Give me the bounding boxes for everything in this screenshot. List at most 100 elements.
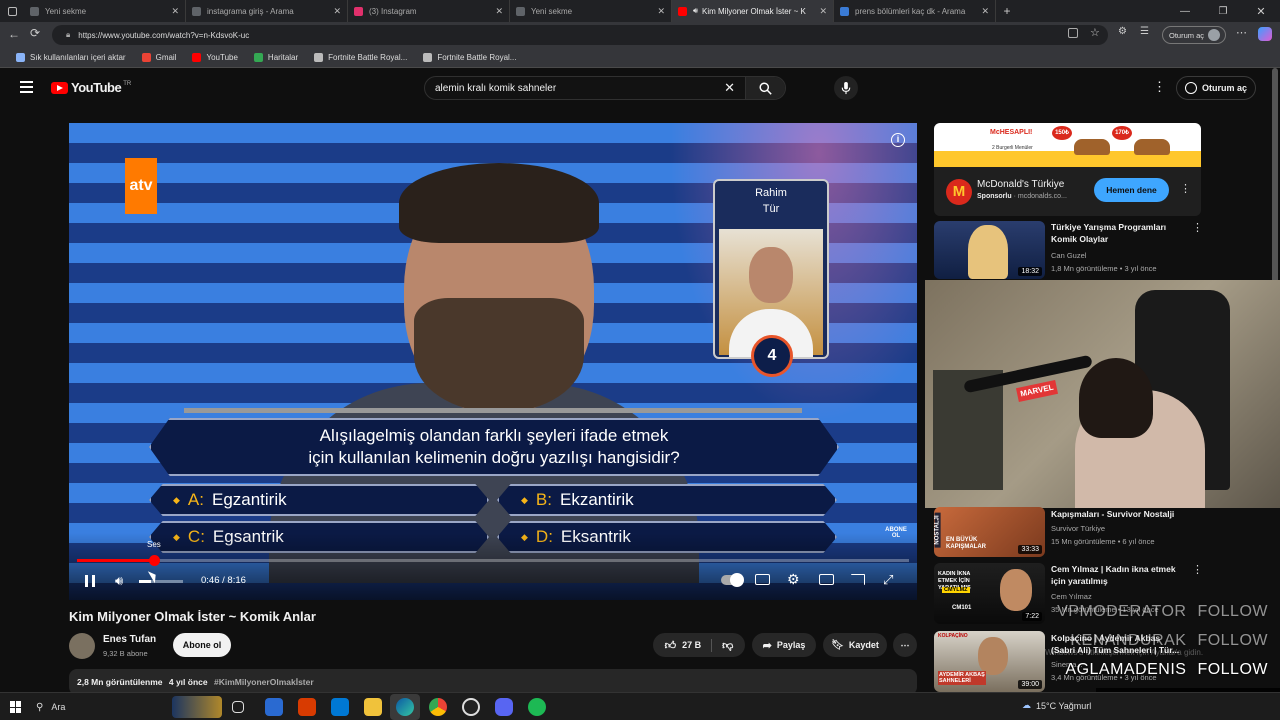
mail-icon[interactable] (331, 698, 349, 716)
ad-burger-image-1 (1074, 139, 1110, 155)
youtube-play-icon (51, 81, 68, 94)
audio-playing-icon[interactable]: 🔊︎ (693, 6, 698, 16)
follower-name: AGLAMADENIS (1065, 661, 1187, 678)
rec-title[interactable]: Cem Yılmaz | Kadın ikna etmek için yarat… (1051, 563, 1186, 587)
close-tab-icon[interactable]: ✕ (819, 6, 827, 17)
channel-name[interactable]: Enes Tufan (103, 634, 156, 645)
clear-search-icon[interactable]: ✕ (724, 80, 735, 96)
maximize-button[interactable]: ❐ (1204, 6, 1242, 17)
more-options-icon[interactable]: ⋮ (1153, 79, 1166, 95)
rec-channel[interactable]: Survivor Türkiye (1051, 524, 1105, 533)
file-explorer-icon[interactable] (364, 698, 382, 716)
rec-menu-icon[interactable]: ⋮ (1192, 563, 1203, 576)
close-tab-icon[interactable]: ✕ (495, 6, 503, 17)
copilot-icon[interactable] (1258, 27, 1272, 41)
settings-more-icon[interactable]: ⋯ (1236, 26, 1247, 39)
browser-tab[interactable]: 🔊︎ Kim Milyoner Olmak İster ~ K ✕ (672, 0, 834, 22)
back-icon[interactable]: ← (8, 27, 20, 41)
url-field[interactable]: 🔒︎ https://www.youtube.com/watch?v=n-Kds… (52, 25, 1108, 45)
yt-signin-button[interactable]: Oturum aç (1176, 76, 1256, 100)
volume-slider[interactable] (139, 580, 183, 583)
browser-tab[interactable]: prens bölümleri kaç dk - Arama ✕ (834, 0, 996, 22)
page-scrollbar[interactable] (1272, 68, 1278, 283)
cast-icon[interactable] (851, 574, 865, 585)
pause-button[interactable] (85, 575, 95, 587)
browser-tab[interactable]: Yeni sekme ✕ (24, 0, 186, 22)
bookmark-item[interactable]: Fortnite Battle Royal... (314, 53, 407, 62)
chrome-icon[interactable] (429, 698, 447, 716)
rec-menu-icon[interactable]: ⋮ (1192, 221, 1203, 234)
star-icon[interactable]: ☆ (1090, 26, 1100, 39)
rec-thumbnail[interactable]: 18:32 (934, 221, 1045, 279)
like-button[interactable]: 👍︎ 27 B (665, 638, 713, 652)
window-menu-icon[interactable] (0, 0, 24, 22)
favorites-icon[interactable]: ☰ (1140, 26, 1149, 37)
browser-tab[interactable]: (3) Instagram ✕ (348, 0, 510, 22)
new-tab-button[interactable]: + (996, 4, 1018, 18)
close-tab-icon[interactable]: ✕ (171, 6, 179, 17)
ad-banner[interactable]: McHESAPLI! 2 Burgerli Menüler 150₺ 170₺ (934, 123, 1201, 167)
ad-cta-button[interactable]: Hemen dene (1094, 178, 1169, 202)
rec-thumbnail[interactable]: NOSTALJİ EN BÜYÜK KAPIŞMALAR 33:33 (934, 507, 1045, 557)
subtitles-icon[interactable] (755, 574, 770, 585)
hamburger-menu-icon[interactable] (20, 81, 33, 93)
bookmark-item[interactable]: Gmail (141, 53, 176, 62)
mute-button[interactable]: 🔊︎ (115, 573, 123, 589)
rec-thumbnail[interactable]: KOLPAÇİNO AYDEMİR AKBAŞ SAHNELERİ 39:00 (934, 631, 1045, 692)
browser-signin-label: Oturum aç (1169, 30, 1205, 40)
time-display: 0:46 / 8:16 (201, 575, 246, 586)
info-icon[interactable]: i (891, 133, 905, 147)
app-grid-icon[interactable] (1068, 28, 1078, 38)
bookmark-item[interactable]: YouTube (192, 53, 238, 62)
spotify-icon[interactable] (528, 698, 546, 716)
bookmark-item[interactable]: Fortnite Battle Royal... (423, 53, 516, 62)
close-tab-icon[interactable]: ✕ (333, 6, 341, 17)
extensions-icon[interactable]: ⚙ (1118, 26, 1127, 37)
share-button[interactable]: ➦ Paylaş (752, 633, 816, 657)
rec-title[interactable]: Kapışmaları - Survivor Nostalji (1051, 508, 1186, 520)
ad-menu-icon[interactable]: ⋮ (1180, 182, 1191, 195)
app-icon[interactable] (462, 698, 480, 716)
more-actions-button[interactable]: ⋯ (893, 633, 917, 657)
rec-thumbnail[interactable]: KADIN İKNA ETMEK İÇİN YARATILMIŞ CMYLMZ … (934, 563, 1045, 624)
rec-channel[interactable]: Can Guzel (1051, 251, 1086, 260)
search-button[interactable] (745, 77, 785, 99)
edge-icon[interactable] (396, 698, 414, 716)
video-player[interactable]: atv Rahim Tür 4 Alışılagelmiş olandan fa… (69, 123, 917, 600)
refresh-icon[interactable]: ⟳ (30, 26, 40, 40)
save-button[interactable]: 🔖︎ Kaydet (823, 633, 887, 657)
youtube-logo[interactable]: YouTube TR (51, 80, 131, 95)
task-view-icon[interactable] (232, 701, 244, 713)
store-icon[interactable] (265, 698, 283, 716)
subscribe-button[interactable]: Abone ol (173, 633, 231, 657)
rec-channel[interactable]: Cem Yılmaz (1051, 592, 1092, 601)
search-input[interactable]: alemin kralı komik sahneler ✕ (424, 76, 786, 100)
minimize-button[interactable]: — (1166, 6, 1204, 17)
bookmark-item[interactable]: Haritalar (253, 53, 298, 62)
bookmark-item[interactable]: Sık kullanılanları içeri aktar (16, 53, 126, 62)
miniplayer-icon[interactable] (819, 574, 834, 585)
ad-card[interactable]: M McDonald's Türkiye Sponsorlu · mcdonal… (934, 167, 1201, 216)
close-window-button[interactable]: ✕ (1242, 5, 1280, 18)
question-line-1: Alışılagelmiş olandan farklı şeyleri ifa… (319, 426, 669, 445)
office-icon[interactable] (298, 698, 316, 716)
browser-tab[interactable]: Yeni sekme ✕ (510, 0, 672, 22)
progress-bar[interactable] (77, 555, 909, 566)
start-button[interactable] (10, 701, 22, 713)
autoplay-toggle[interactable] (721, 573, 744, 587)
dislike-button[interactable]: 👎︎ (712, 639, 733, 652)
rec-title[interactable]: Türkiye Yarışma Programları Komik Olayla… (1051, 221, 1186, 245)
browser-signin-button[interactable]: Oturum aç (1162, 26, 1226, 44)
weather-widget[interactable]: ☁ 15°C Yağmurl (1022, 700, 1091, 711)
settings-icon[interactable]: ⚙ (787, 571, 800, 588)
close-tab-icon[interactable]: ✕ (657, 6, 665, 17)
browser-tab[interactable]: instagrama giriş - Arama ✕ (186, 0, 348, 22)
subscriber-count: 9,32 B abone (103, 649, 148, 658)
voice-search-button[interactable] (834, 76, 858, 100)
channel-avatar[interactable] (69, 633, 95, 659)
close-tab-icon[interactable]: ✕ (981, 6, 989, 17)
discord-icon[interactable] (495, 698, 513, 716)
fullscreen-icon[interactable]: ⤢ (883, 572, 893, 588)
hashtag-link[interactable]: #KimMilyonerOlmakİster (214, 677, 314, 687)
browser-tab-bar: Yeni sekme ✕ instagrama giriş - Arama ✕ (3) … (0, 0, 1280, 22)
